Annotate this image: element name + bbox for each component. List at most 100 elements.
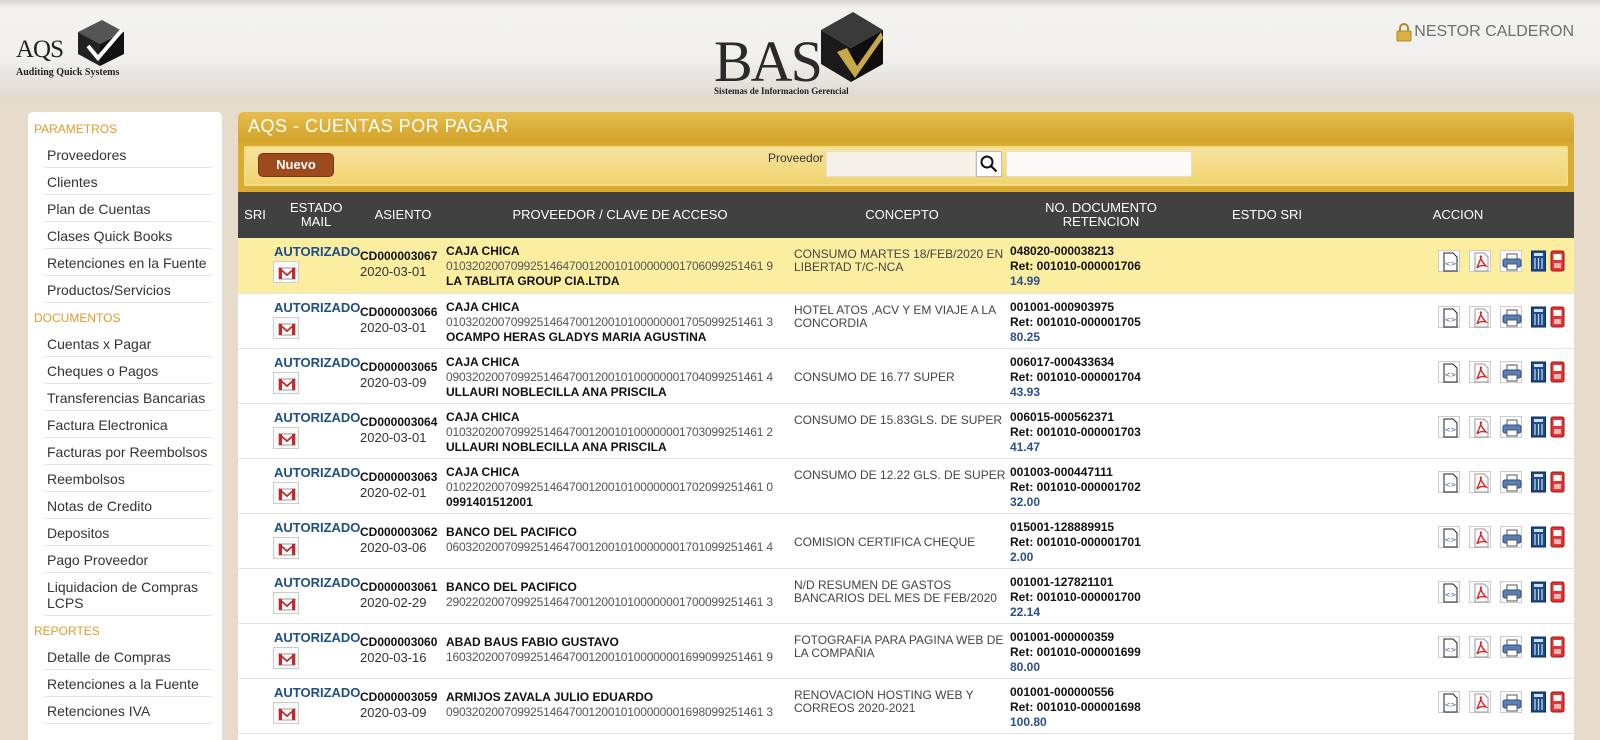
calculator-icon[interactable] <box>1531 581 1546 603</box>
xml-icon[interactable]: <> <box>1438 470 1460 493</box>
table-row[interactable]: AUTORIZADO CD000003060 2020-03-16 ABAD B… <box>238 623 1574 678</box>
mail-icon[interactable] <box>273 316 299 339</box>
calculator-icon[interactable] <box>1531 471 1546 493</box>
asiento-number[interactable]: CD000003063 <box>360 470 446 485</box>
asiento-number[interactable]: CD000003059 <box>360 690 446 705</box>
sidebar-item[interactable]: Detalle de Compras <box>44 643 212 670</box>
pdf-icon[interactable] <box>1469 580 1491 603</box>
xml-icon[interactable]: <> <box>1438 690 1460 713</box>
sidebar-item[interactable]: Cheques o Pagos <box>44 357 212 384</box>
sidebar-item[interactable]: Depositos <box>44 519 212 546</box>
delete-icon[interactable] <box>1550 691 1565 713</box>
print-icon[interactable] <box>1500 470 1522 493</box>
table-row[interactable]: AUTORIZADO CD000003059 2020-03-09 ARMIJO… <box>238 678 1574 733</box>
user-menu[interactable]: NESTOR CALDERON <box>1396 22 1574 42</box>
print-icon[interactable] <box>1500 360 1522 383</box>
xml-icon[interactable]: <> <box>1438 250 1460 272</box>
xml-icon[interactable]: <> <box>1438 360 1460 383</box>
calculator-icon[interactable] <box>1531 306 1546 328</box>
delete-icon[interactable] <box>1550 361 1565 383</box>
asiento-number[interactable]: CD000003060 <box>360 635 446 650</box>
calculator-icon[interactable] <box>1531 250 1546 272</box>
calculator-icon[interactable] <box>1531 526 1546 548</box>
mail-icon[interactable] <box>273 261 299 283</box>
actions-cell: <> <box>1342 513 1574 568</box>
pdf-icon[interactable] <box>1469 415 1491 438</box>
delete-icon[interactable] <box>1550 636 1565 658</box>
calculator-icon[interactable] <box>1531 361 1546 383</box>
sidebar-item[interactable]: Cuentas x Pagar <box>44 330 212 357</box>
asiento-number[interactable]: CD000003067 <box>360 249 446 264</box>
sidebar-item[interactable]: Retenciones en la Fuente <box>44 249 212 276</box>
xml-icon[interactable]: <> <box>1438 635 1460 658</box>
xml-icon[interactable]: <> <box>1438 525 1460 548</box>
calculator-icon[interactable] <box>1531 691 1546 713</box>
user-name[interactable]: NESTOR CALDERON <box>1414 23 1574 41</box>
sidebar-item[interactable]: Notas de Credito <box>44 492 212 519</box>
xml-icon[interactable]: <> <box>1438 580 1460 603</box>
print-icon[interactable] <box>1500 525 1522 548</box>
table-row[interactable]: AUTORIZADO CD000003064 2020-03-01 CAJA C… <box>238 403 1574 458</box>
asiento-date: 2020-02-01 <box>360 484 427 500</box>
print-icon[interactable] <box>1500 635 1522 658</box>
mail-icon[interactable] <box>273 591 299 614</box>
sidebar-item[interactable]: Factura Electronica <box>44 411 212 438</box>
asiento-number[interactable]: CD000003066 <box>360 305 446 320</box>
mail-icon[interactable] <box>273 701 299 724</box>
sidebar-item[interactable]: Facturas por Reembolsos <box>44 438 212 465</box>
sidebar-item[interactable]: Productos/Servicios <box>44 276 212 303</box>
asiento-number[interactable]: CD000003062 <box>360 525 446 540</box>
delete-icon[interactable] <box>1550 416 1565 438</box>
proveedor-code-input[interactable] <box>826 151 976 177</box>
print-icon[interactable] <box>1500 690 1522 713</box>
delete-icon[interactable] <box>1550 250 1565 272</box>
mail-icon[interactable] <box>273 646 299 669</box>
sidebar-item[interactable]: Clientes <box>44 168 212 195</box>
delete-icon[interactable] <box>1550 526 1565 548</box>
pdf-icon[interactable] <box>1469 470 1491 493</box>
delete-icon[interactable] <box>1550 471 1565 493</box>
pdf-icon[interactable] <box>1469 250 1491 272</box>
mail-icon[interactable] <box>273 536 299 559</box>
sidebar-item[interactable]: Transferencias Bancarias <box>44 384 212 411</box>
delete-icon[interactable] <box>1550 581 1565 603</box>
sidebar-item[interactable]: Liquidacion de Compras LCPS <box>44 573 212 616</box>
pdf-icon[interactable] <box>1469 690 1491 713</box>
documento-cell: 006017-000433634 Ret: 001010-000001704 4… <box>1010 348 1192 403</box>
delete-icon[interactable] <box>1550 306 1565 328</box>
table-row[interactable]: AUTORIZADO CD000003065 2020-03-09 CAJA C… <box>238 348 1574 403</box>
sidebar-item[interactable]: Pago Proveedor <box>44 546 212 573</box>
pdf-icon[interactable] <box>1469 305 1491 328</box>
table-row[interactable]: AUTORIZADO CD000003061 2020-02-29 BANCO … <box>238 568 1574 623</box>
pdf-icon[interactable] <box>1469 360 1491 383</box>
search-button[interactable] <box>976 151 1002 177</box>
asiento-number[interactable]: CD000003064 <box>360 415 446 430</box>
pdf-icon[interactable] <box>1469 635 1491 658</box>
nuevo-button[interactable]: Nuevo <box>258 153 334 177</box>
sidebar-item[interactable]: Proveedores <box>44 141 212 168</box>
xml-icon[interactable]: <> <box>1438 305 1460 328</box>
print-icon[interactable] <box>1500 580 1522 603</box>
sidebar-item[interactable]: Clases Quick Books <box>44 222 212 249</box>
calculator-icon[interactable] <box>1531 416 1546 438</box>
sidebar-item[interactable]: Plan de Cuentas <box>44 195 212 222</box>
calculator-icon[interactable] <box>1531 636 1546 658</box>
mail-icon[interactable] <box>273 481 299 504</box>
table-row[interactable]: AUTORIZADO CD000003062 2020-03-06 BANCO … <box>238 513 1574 568</box>
asiento-number[interactable]: CD000003061 <box>360 580 446 595</box>
sidebar-item[interactable]: Reembolsos <box>44 465 212 492</box>
mail-icon[interactable] <box>273 426 299 449</box>
pdf-icon[interactable] <box>1469 525 1491 548</box>
print-icon[interactable] <box>1500 250 1522 272</box>
proveedor-name-input[interactable] <box>1006 151 1192 177</box>
print-icon[interactable] <box>1500 415 1522 438</box>
mail-icon[interactable] <box>273 371 299 394</box>
sidebar-item[interactable]: Retenciones IVA <box>44 697 212 724</box>
sidebar-item[interactable]: Retenciones a la Fuente <box>44 670 212 697</box>
table-row[interactable]: AUTORIZADO CD000003066 2020-03-01 CAJA C… <box>238 293 1574 348</box>
table-row[interactable]: AUTORIZADO CD000003063 2020-02-01 CAJA C… <box>238 458 1574 513</box>
table-row[interactable]: AUTORIZADO CD000003067 2020-03-01 CAJA C… <box>238 238 1574 293</box>
xml-icon[interactable]: <> <box>1438 415 1460 438</box>
asiento-number[interactable]: CD000003065 <box>360 360 446 375</box>
print-icon[interactable] <box>1500 305 1522 328</box>
